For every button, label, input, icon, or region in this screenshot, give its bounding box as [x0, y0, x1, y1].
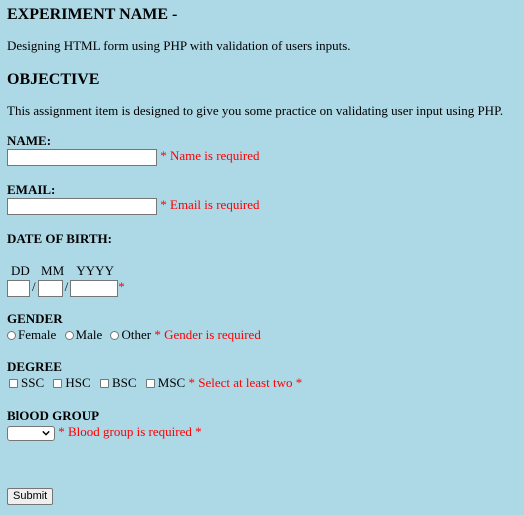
degree-hsc-checkbox[interactable]	[53, 378, 63, 388]
name-input[interactable]	[7, 148, 157, 166]
degree-msc-label: MSC	[157, 375, 186, 390]
gender-female-label: Female	[18, 327, 57, 342]
gender-label: GENDER	[7, 311, 63, 326]
name-row: * Name is required	[7, 148, 260, 166]
experiment-name-heading: EXPERIMENT NAME -	[7, 6, 178, 23]
gender-male-label: Male	[75, 327, 103, 342]
email-input[interactable]	[7, 197, 157, 215]
blood-group-select[interactable]	[7, 425, 55, 441]
chevron-down-icon	[42, 430, 50, 436]
dob-separator: /	[32, 279, 36, 294]
gender-female-radio[interactable]	[7, 330, 16, 340]
email-error: * Email is required	[160, 197, 260, 212]
degree-ssc-label: SSC	[21, 375, 45, 390]
gender-error: * Gender is required	[154, 327, 261, 342]
degree-hsc-label: HSC	[65, 375, 91, 390]
blood-group-label: BlOOD GROUP	[7, 408, 100, 423]
blood-group-row: * Blood group is required *	[7, 424, 202, 441]
gender-options: Female Male Other * Gender is required	[4, 327, 261, 343]
gender-other-radio[interactable]	[110, 330, 120, 340]
dd-label: DD	[11, 263, 30, 278]
objective-description: This assignment item is designed to give…	[7, 103, 504, 118]
degree-bsc-label: BSC	[111, 375, 137, 390]
objective-heading: OBJECTIVE	[7, 71, 100, 88]
dob-error: *	[118, 279, 125, 294]
dob-month-input[interactable]	[37, 279, 63, 297]
degree-options: SSC HSC BSC MSC * Select at least two *	[7, 375, 302, 391]
dob-label: DATE OF BIRTH:	[7, 231, 112, 246]
yyyy-label: YYYY	[76, 263, 114, 278]
dob-year-input[interactable]	[70, 279, 119, 297]
gender-other-label: Other	[121, 327, 152, 342]
degree-msc-checkbox[interactable]	[145, 378, 155, 388]
email-row: * Email is required	[7, 197, 260, 215]
dob-inputs-row: / / *	[7, 279, 125, 297]
email-label: EMAIL:	[7, 182, 56, 197]
name-error: * Name is required	[160, 148, 260, 163]
dob-part-labels: DD MM YYYY	[11, 263, 114, 279]
degree-error: * Select at least two *	[188, 375, 303, 390]
dob-day-input[interactable]	[7, 279, 30, 297]
degree-label: DEGREE	[7, 359, 62, 374]
mm-label: MM	[41, 263, 65, 278]
degree-ssc-checkbox[interactable]	[9, 378, 18, 388]
submit-button[interactable]: Submit	[7, 488, 54, 505]
blood-group-error: * Blood group is required *	[58, 424, 202, 439]
experiment-description: Designing HTML form using PHP with valid…	[7, 38, 351, 53]
name-label: NAME:	[7, 133, 52, 148]
dob-separator: /	[64, 279, 69, 294]
degree-bsc-checkbox[interactable]	[99, 378, 109, 388]
gender-male-radio[interactable]	[64, 330, 74, 340]
